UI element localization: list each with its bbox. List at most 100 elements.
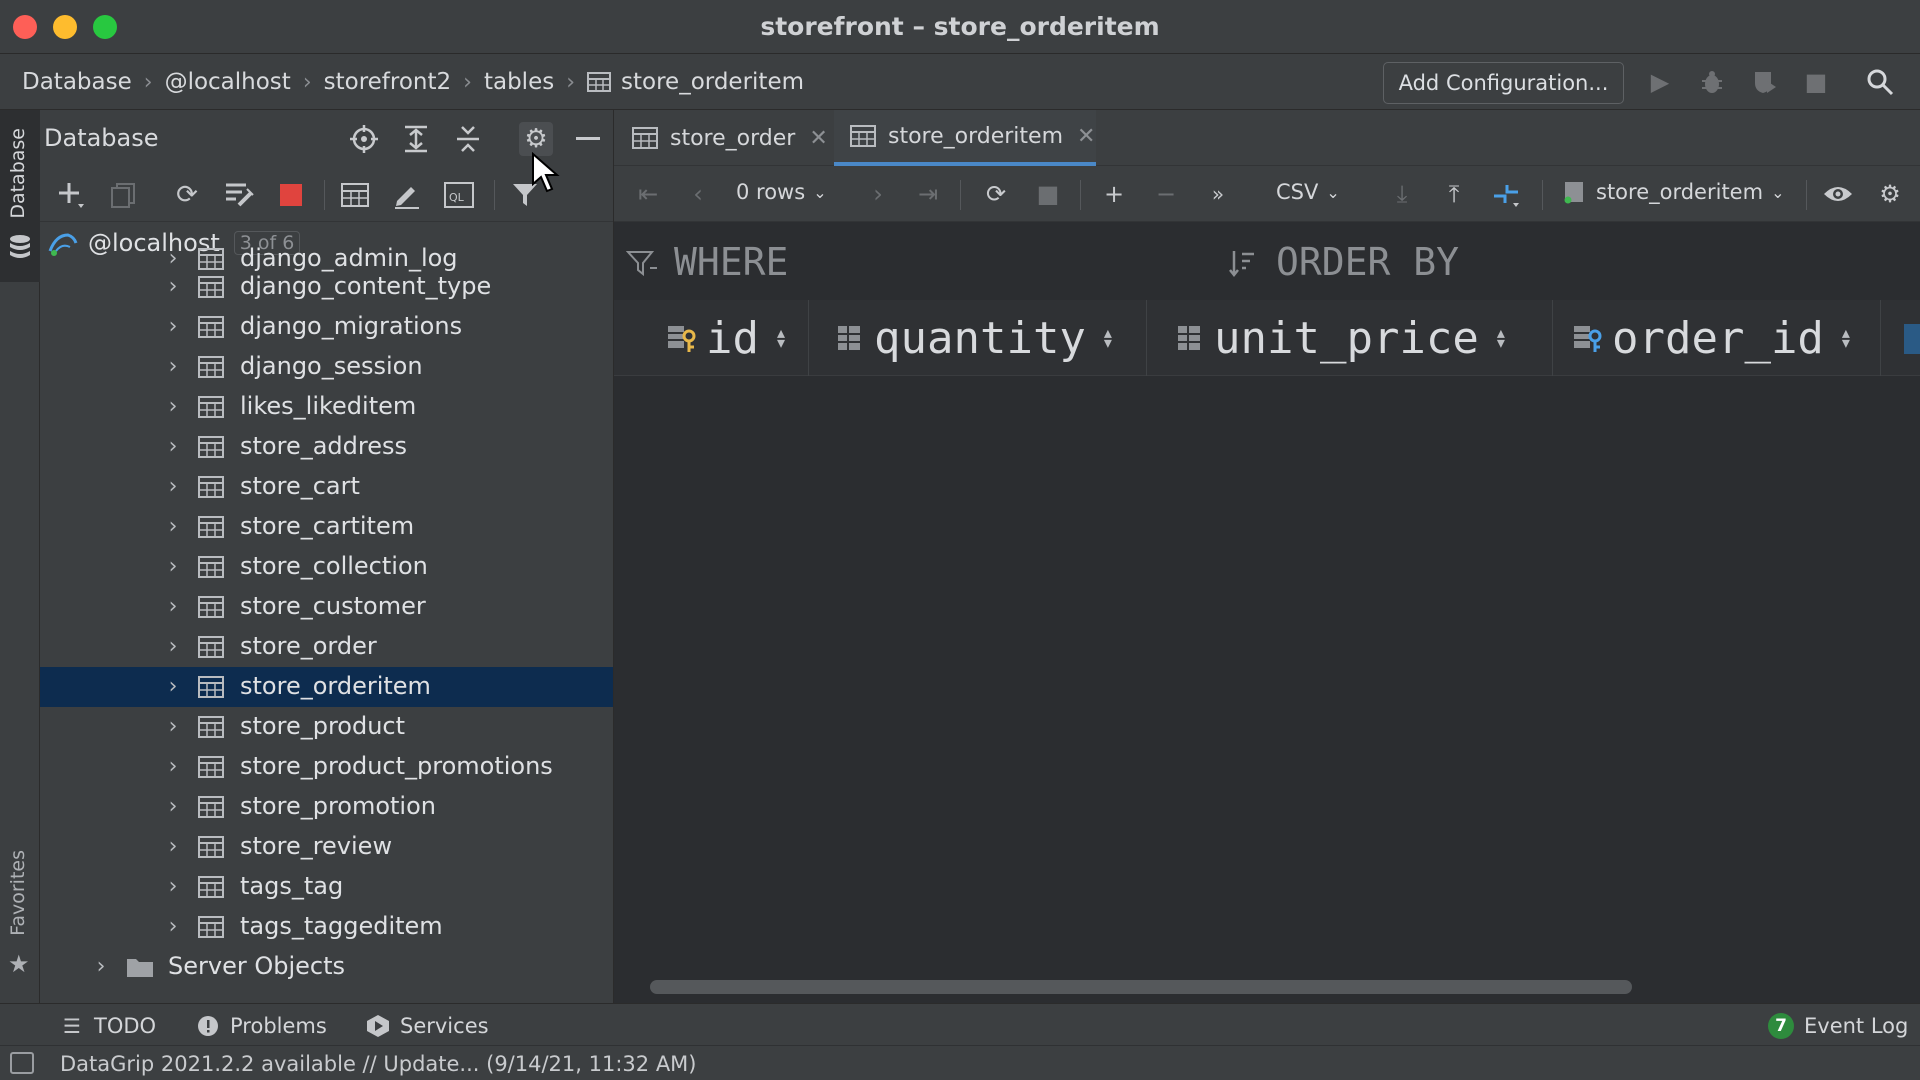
column-divider[interactable] <box>808 300 809 376</box>
chevron-right-icon[interactable]: › <box>164 554 182 579</box>
sort-icon[interactable]: ▴ ▾ <box>777 325 785 351</box>
tree-item-store-order[interactable]: › store_order <box>40 627 613 667</box>
cancel-query-icon[interactable]: ■ <box>1032 178 1064 210</box>
debug-icon[interactable] <box>1698 68 1726 96</box>
chevron-right-icon[interactable]: › <box>164 754 182 779</box>
refresh-icon[interactable]: ⟳ <box>170 178 204 212</box>
next-page-icon[interactable]: › <box>862 178 894 210</box>
upload-icon[interactable]: ⤒ <box>1438 178 1470 210</box>
tree-item-django-content-type[interactable]: › django_content_type <box>40 267 613 307</box>
rows-count-dropdown[interactable]: 0 rows ⌄ <box>736 180 827 204</box>
gear-icon[interactable]: ⚙ <box>519 122 553 156</box>
column-header-unit-price[interactable]: unit_price ▴ ▾ <box>1174 300 1505 376</box>
status-message[interactable]: DataGrip 2021.2.2 available // Update...… <box>60 1052 697 1076</box>
sort-icon[interactable]: ▴ ▾ <box>1842 325 1850 351</box>
tree-item-store-product-promotions[interactable]: › store_product_promotions <box>40 747 613 787</box>
collapse-all-icon[interactable] <box>451 122 485 156</box>
favorites-tool-label[interactable]: Favorites <box>7 850 29 936</box>
chevron-right-icon[interactable]: › <box>164 314 182 339</box>
chevron-right-icon[interactable]: › <box>164 794 182 819</box>
where-filter-input[interactable]: WHERE <box>674 240 788 284</box>
star-icon[interactable]: ★ <box>8 950 30 978</box>
chevron-right-icon[interactable]: › <box>164 514 182 539</box>
chevron-right-icon[interactable]: › <box>92 954 110 979</box>
tree-item-likes-likeditem[interactable]: › likes_likeditem <box>40 387 613 427</box>
export-format-dropdown[interactable]: CSV ⌄ <box>1276 180 1340 204</box>
database-tool-tab[interactable]: Database <box>0 110 40 282</box>
tree-item-tags-tag[interactable]: › tags_tag <box>40 867 613 907</box>
chevron-right-icon[interactable]: › <box>164 354 182 379</box>
compare-icon[interactable] <box>1490 178 1522 210</box>
tree-item-store-collection[interactable]: › store_collection <box>40 547 613 587</box>
download-icon[interactable]: ⤓ <box>1386 178 1418 210</box>
datasource-dropdown[interactable]: store_orderitem ⌄ <box>1562 180 1784 204</box>
problems-tool-button[interactable]: Problems <box>196 1012 327 1040</box>
tree-item-store-address[interactable]: › store_address <box>40 427 613 467</box>
chevron-right-icon[interactable]: › <box>164 274 182 299</box>
breadcrumb-database[interactable]: Database <box>22 69 132 95</box>
tree-item-store-customer[interactable]: › store_customer <box>40 587 613 627</box>
copy-icon[interactable] <box>106 178 140 212</box>
table-view-icon[interactable] <box>338 178 372 212</box>
tree-item-store-orderitem[interactable]: › store_orderitem <box>40 667 613 707</box>
event-log-tool-button[interactable]: 7 Event Log <box>1768 1012 1908 1040</box>
first-page-icon[interactable]: ⇤ <box>632 178 664 210</box>
horizontal-scrollbar[interactable] <box>650 980 1632 994</box>
tree-item-store-review[interactable]: › store_review <box>40 827 613 867</box>
delete-row-icon[interactable]: − <box>1150 178 1182 210</box>
tab-store-order[interactable]: store_order ✕ <box>632 110 828 166</box>
breadcrumb-schema[interactable]: storefront2 <box>324 69 452 95</box>
chevron-right-icon[interactable]: › <box>164 246 182 271</box>
coverage-icon[interactable] <box>1750 68 1778 96</box>
last-page-icon[interactable]: ⇥ <box>912 178 944 210</box>
tree-item-store-cartitem[interactable]: › store_cartitem <box>40 507 613 547</box>
tab-store-orderitem[interactable]: store_orderitem ✕ <box>834 110 1096 166</box>
breadcrumb-table[interactable]: store_orderitem <box>621 69 804 95</box>
previous-page-icon[interactable]: ‹ <box>682 178 714 210</box>
tree-item-server-objects[interactable]: › Server Objects <box>40 947 613 987</box>
breadcrumb-tables[interactable]: tables <box>484 69 554 95</box>
tree-item-tags-taggeditem[interactable]: › tags_taggeditem <box>40 907 613 947</box>
chevron-right-icon[interactable]: › <box>164 674 182 699</box>
tree-item-django-session[interactable]: › django_session <box>40 347 613 387</box>
edit-icon[interactable] <box>390 178 424 212</box>
add-row-icon[interactable]: + <box>1098 178 1130 210</box>
chevron-right-icon[interactable]: › <box>164 594 182 619</box>
column-header-order-id[interactable]: order_id ▴ ▾ <box>1572 300 1850 376</box>
stop-icon[interactable]: ■ <box>1802 68 1830 96</box>
column-divider[interactable] <box>1552 300 1553 376</box>
chevron-right-icon[interactable]: › <box>164 394 182 419</box>
column-divider[interactable] <box>1146 300 1147 376</box>
sql-console-icon[interactable]: QL <box>442 178 476 212</box>
expand-all-icon[interactable] <box>399 122 433 156</box>
add-icon[interactable] <box>54 178 88 212</box>
close-icon[interactable]: ✕ <box>1077 124 1095 149</box>
services-tool-button[interactable]: Services <box>366 1012 489 1040</box>
schema-sync-icon[interactable] <box>222 178 256 212</box>
search-icon[interactable] <box>1866 68 1894 96</box>
run-icon[interactable]: ▶ <box>1646 68 1674 96</box>
chevron-right-icon[interactable]: › <box>164 834 182 859</box>
add-configuration-button[interactable]: Add Configuration... <box>1383 62 1624 104</box>
chevron-right-icon[interactable]: › <box>164 434 182 459</box>
column-header-quantity[interactable]: quantity ▴ ▾ <box>834 300 1112 376</box>
tree-item-store-promotion[interactable]: › store_promotion <box>40 787 613 827</box>
chevron-right-icon[interactable]: › <box>164 634 182 659</box>
gear-icon[interactable]: ⚙ <box>1874 178 1906 210</box>
sort-icon[interactable]: ▴ ▾ <box>1497 325 1505 351</box>
locate-icon[interactable] <box>347 122 381 156</box>
order-by-input[interactable]: ORDER BY <box>1276 240 1459 284</box>
tree-item-store-cart[interactable]: › store_cart <box>40 467 613 507</box>
chevron-right-icon[interactable]: › <box>164 914 182 939</box>
close-icon[interactable]: ✕ <box>809 126 827 151</box>
refresh-icon[interactable]: ⟳ <box>980 178 1012 210</box>
more-actions-icon[interactable]: » <box>1202 178 1234 210</box>
tree-item-django-migrations[interactable]: › django_migrations <box>40 307 613 347</box>
data-grid[interactable] <box>614 376 1920 1003</box>
chevron-right-icon[interactable]: › <box>164 874 182 899</box>
column-divider[interactable] <box>1880 300 1881 376</box>
sort-icon[interactable]: ▴ ▾ <box>1104 325 1112 351</box>
hide-panel-icon[interactable] <box>571 122 605 156</box>
column-header-id[interactable]: id ▴ ▾ <box>666 300 785 376</box>
stop-icon[interactable] <box>274 178 308 212</box>
